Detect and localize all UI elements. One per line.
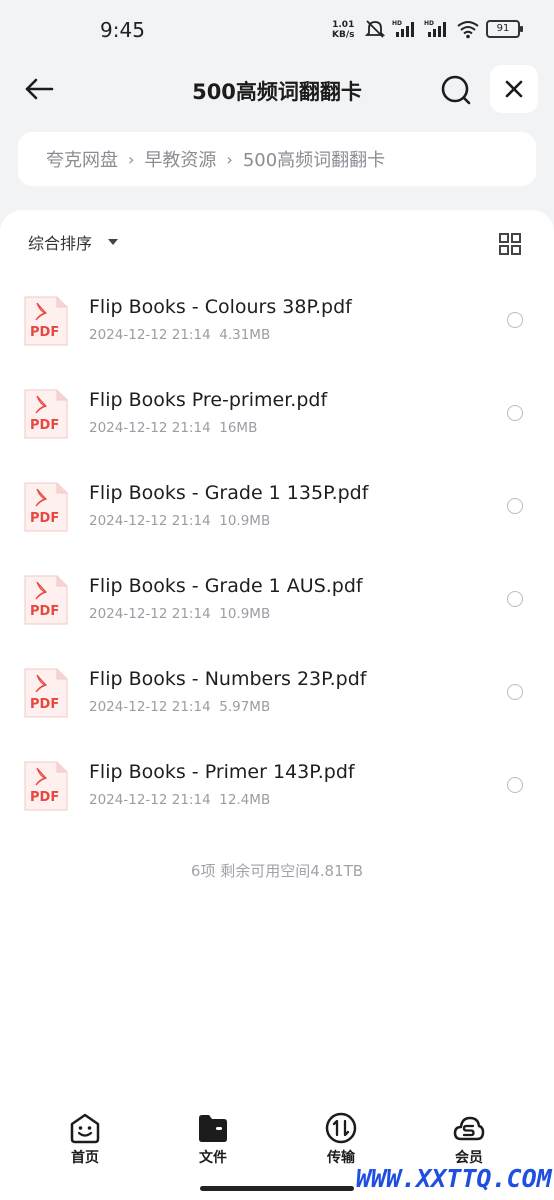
battery-icon: 91 <box>486 20 523 38</box>
close-button[interactable] <box>490 65 538 113</box>
file-date: 2024-12-12 21:14 <box>89 792 211 808</box>
vip-cloud-icon <box>453 1116 485 1141</box>
pdf-icon: PDF <box>24 668 68 718</box>
status-icons: HD HD 91 <box>364 18 523 40</box>
breadcrumb-item-folder[interactable]: 早教资源 <box>144 146 216 172</box>
file-meta: 2024-12-12 21:14 16MB <box>89 420 257 436</box>
file-name: Flip Books - Grade 1 AUS.pdf <box>89 575 363 597</box>
pdf-icon: PDF <box>24 761 68 811</box>
tab-vip[interactable]: 会员 <box>429 1105 509 1167</box>
file-name: Flip Books Pre-primer.pdf <box>89 389 328 411</box>
chevron-right-icon: › <box>226 149 233 169</box>
svg-text:PDF: PDF <box>30 418 59 433</box>
status-time: 9:45 <box>100 18 145 42</box>
file-date: 2024-12-12 21:14 <box>89 327 211 343</box>
status-bar: 9:45 1.01 KB/s HD HD 91 <box>0 0 554 60</box>
breadcrumb-item-current: 500高频词翻翻卡 <box>242 150 386 171</box>
file-size: 12.4MB <box>219 792 271 808</box>
select-radio[interactable] <box>507 312 523 328</box>
file-size: 10.9MB <box>219 606 271 622</box>
file-size: 10.9MB <box>219 513 271 529</box>
select-radio[interactable] <box>507 777 523 793</box>
network-speed: 1.01 KB/s <box>332 20 354 40</box>
file-name: Flip Books - Colours 38P.pdf <box>89 296 352 318</box>
folder-icon <box>199 1115 227 1142</box>
svg-text:PDF: PDF <box>30 697 59 712</box>
search-icon[interactable] <box>438 72 474 108</box>
home-indicator[interactable] <box>200 1186 354 1191</box>
file-row[interactable]: PDF Flip Books - Grade 1 135P.pdf 2024-12-… <box>0 458 554 551</box>
file-size: 16MB <box>219 420 258 436</box>
sort-label: 综合排序 <box>28 234 93 253</box>
select-radio[interactable] <box>507 405 523 421</box>
tab-home[interactable]: 首页 <box>45 1105 125 1167</box>
file-meta: 2024-12-12 21:14 10.9MB <box>89 606 270 622</box>
file-name: Flip Books - Primer 143P.pdf <box>89 761 355 783</box>
file-size: 4.31MB <box>219 327 271 343</box>
tab-transfer[interactable]: 传输 <box>301 1105 381 1167</box>
file-size: 5.97MB <box>219 699 271 715</box>
file-meta: 2024-12-12 21:14 4.31MB <box>89 327 270 343</box>
sort-dropdown[interactable]: 综合排序 <box>28 230 119 254</box>
file-meta: 2024-12-12 21:14 12.4MB <box>89 792 270 808</box>
home-face-icon <box>70 1113 100 1144</box>
signal-icon-1: HD <box>392 20 414 37</box>
file-row[interactable]: PDF Flip Books - Colours 38P.pdf 2024-12-1… <box>0 272 554 365</box>
select-radio[interactable] <box>507 591 523 607</box>
transfer-icon <box>325 1112 357 1144</box>
signal-icon-2: HD <box>424 20 446 37</box>
svg-text:PDF: PDF <box>30 604 59 619</box>
top-nav: 500高频词翻翻卡 <box>0 60 554 120</box>
file-row[interactable]: PDF Flip Books - Grade 1 AUS.pdf 2024-12-1… <box>0 551 554 644</box>
svg-text:PDF: PDF <box>30 511 59 526</box>
close-icon <box>505 80 523 98</box>
caret-down-icon <box>108 239 119 245</box>
file-date: 2024-12-12 21:14 <box>89 606 211 622</box>
tab-files[interactable]: 文件 <box>173 1105 253 1167</box>
file-meta: 2024-12-12 21:14 10.9MB <box>89 513 270 529</box>
grid-view-icon[interactable] <box>498 232 522 256</box>
network-speed-value: 1.01 <box>332 20 355 30</box>
breadcrumb-item-root[interactable]: 夸克网盘 <box>46 146 118 172</box>
network-speed-unit: KB/s <box>332 30 355 40</box>
pdf-icon: PDF <box>24 389 68 439</box>
svg-text:HD: HD <box>392 20 402 27</box>
watermark: WWW.XXTTQ.COM <box>356 1164 552 1193</box>
storage-summary: 6项 剩余可用空间4.81TB <box>190 862 364 880</box>
file-row[interactable]: PDF Flip Books Pre-primer.pdf 2024-12-12 2… <box>0 365 554 458</box>
chevron-right-icon: › <box>128 149 135 169</box>
file-row[interactable]: PDF Flip Books - Numbers 23P.pdf 2024-12-1… <box>0 644 554 737</box>
svg-text:PDF: PDF <box>30 790 59 805</box>
pdf-icon: PDF <box>24 575 68 625</box>
pdf-icon: PDF <box>24 482 68 532</box>
file-date: 2024-12-12 21:14 <box>89 420 211 436</box>
tab-files-label: 文件 <box>199 1150 227 1166</box>
file-date: 2024-12-12 21:14 <box>89 513 211 529</box>
pdf-icon: PDF <box>24 296 68 346</box>
breadcrumb: 夸克网盘 › 早教资源 › 500高频词翻翻卡 <box>18 132 536 186</box>
file-name: Flip Books - Grade 1 135P.pdf <box>89 482 369 504</box>
select-radio[interactable] <box>507 684 523 700</box>
wifi-icon <box>457 21 479 39</box>
select-radio[interactable] <box>507 498 523 514</box>
file-list: PDF Flip Books - Colours 38P.pdf 2024-12-1… <box>0 272 554 830</box>
file-name: Flip Books - Numbers 23P.pdf <box>89 668 367 690</box>
tab-home-label: 首页 <box>71 1150 99 1166</box>
file-meta: 2024-12-12 21:14 5.97MB <box>89 699 270 715</box>
file-list-panel: 综合排序 PDF Flip Books - Colours 38P.pdf 2024… <box>0 210 554 1200</box>
svg-text:HD: HD <box>424 20 434 27</box>
svg-text:PDF: PDF <box>30 325 59 340</box>
file-row[interactable]: PDF Flip Books - Primer 143P.pdf 2024-12-1… <box>0 737 554 830</box>
file-date: 2024-12-12 21:14 <box>89 699 211 715</box>
mute-icon <box>364 20 386 38</box>
